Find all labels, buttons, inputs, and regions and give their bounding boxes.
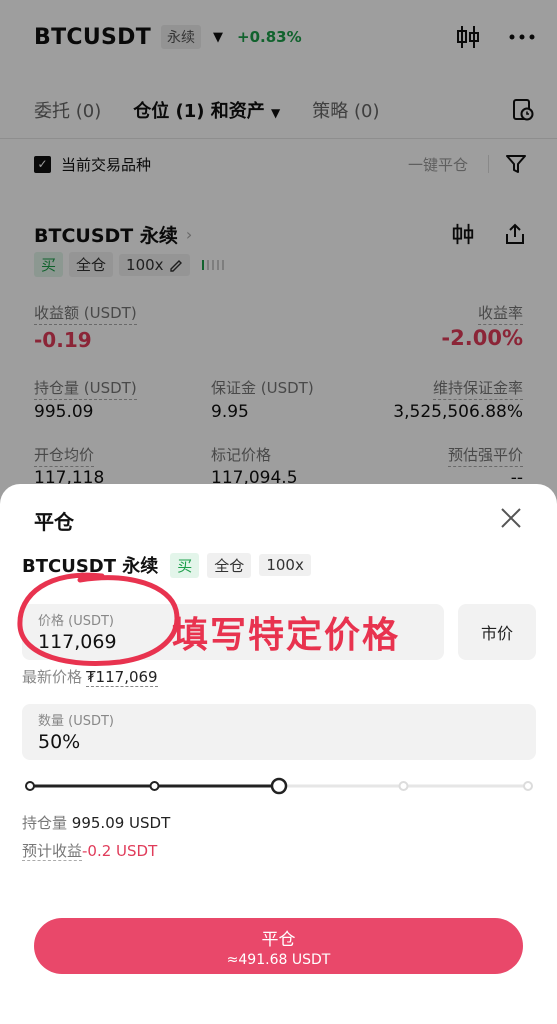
sheet-margin-mode-tag: 全仓 [207,552,252,578]
market-price-button[interactable]: 市价 [458,604,536,660]
close-button-amount: ≈491.68 USDT [226,951,331,968]
sheet-title: 平仓 [34,510,74,534]
estimated-pnl-label: 预计收益 [22,842,83,861]
slider-thumb[interactable] [270,777,288,795]
estimated-pnl-value: -0.2 USDT [82,842,158,860]
slider-step [523,781,533,791]
latest-price-label: 最新价格 [22,668,83,686]
quantity-slider[interactable] [22,776,536,796]
annotation-text: 填写特定价格 [172,615,401,656]
close-icon[interactable] [499,506,523,530]
latest-price-value[interactable]: ₮117,069 [86,668,158,687]
slider-step [149,781,160,791]
quantity-label: 数量 (USDT) [38,714,114,729]
latest-price-row: 最新价格 ₮117,069 [22,666,158,687]
close-button-label: 平仓 [261,929,296,950]
quantity-input[interactable]: 数量 (USDT) 50% [22,704,536,760]
sheet-leverage-tag: 100x [259,554,311,576]
slider-step [398,781,409,791]
estimated-pnl-row: 预计收益-0.2 USDT [22,840,157,861]
holding-row: 持仓量 995.09 USDT [22,812,170,833]
slider-step [25,781,35,791]
holding-label: 持仓量 [22,814,68,832]
close-position-sheet: 平仓 BTCUSDT 永续 买 全仓 100x 价格 (USDT) 117,06… [0,484,557,1024]
holding-value: 995.09 USDT [71,814,171,832]
quantity-value[interactable]: 50% [38,731,520,753]
annotation-circle [17,572,180,666]
close-position-button[interactable]: 平仓 ≈491.68 USDT [34,918,523,974]
